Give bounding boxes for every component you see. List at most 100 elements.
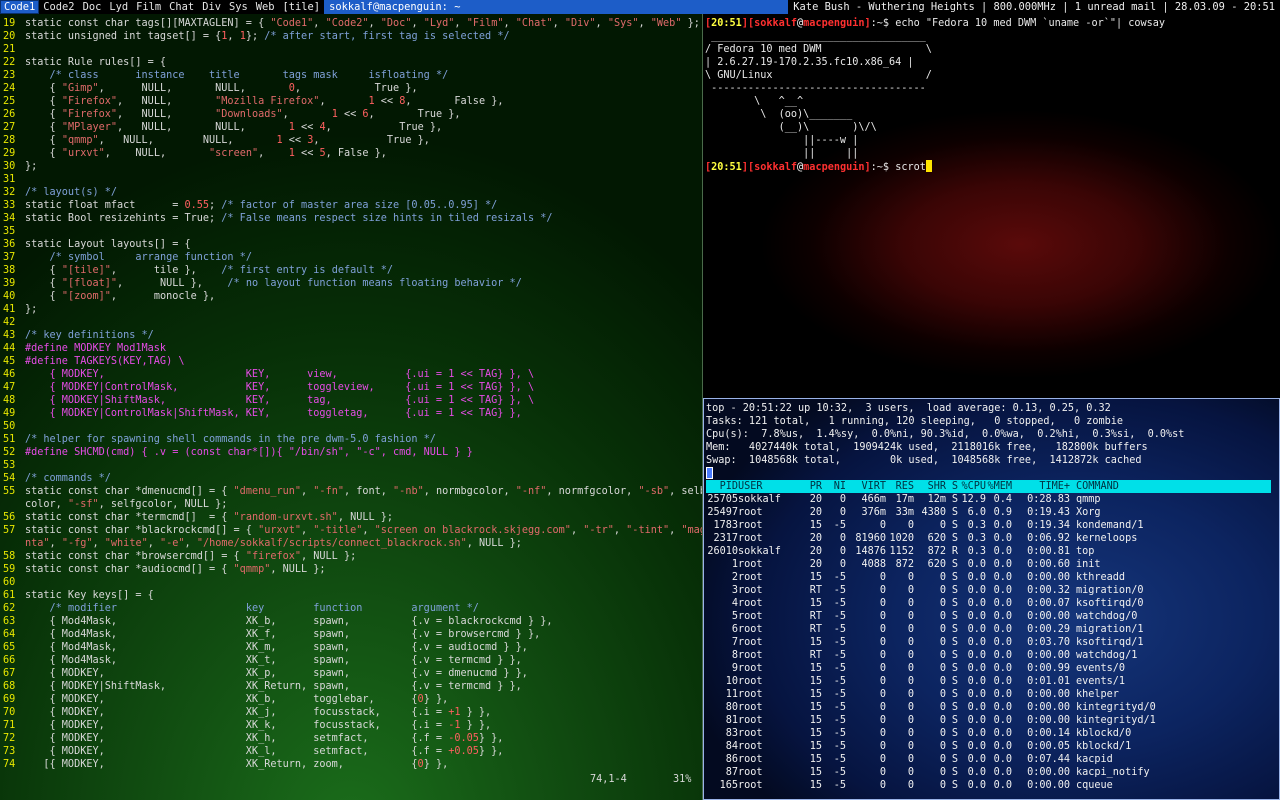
process-cell: 83 — [725, 728, 738, 739]
process-cell: -5 — [833, 754, 846, 765]
column-header[interactable]: PR — [796, 480, 822, 493]
code-token: "-tint" — [626, 525, 670, 536]
column-header[interactable]: PID — [706, 480, 738, 493]
process-row[interactable]: 87root 15 -5 0 0 0 S 0.0 0.0 0:00.00 kacpi_notify — [706, 766, 1277, 779]
process-cell: 0 — [939, 728, 946, 739]
column-header[interactable]: SHR — [914, 480, 946, 493]
tag-doc[interactable]: Doc — [79, 0, 106, 14]
summary-line: Swap: 1048568k total, 0k used, 1048568k … — [706, 455, 1142, 466]
tag-code2[interactable]: Code2 — [39, 0, 78, 14]
process-cell: 0.0 — [993, 624, 1012, 635]
code-token: #define TAGKEYS(KEY,TAG) \ — [25, 356, 185, 367]
process-cell: 20 — [809, 494, 822, 505]
code-line: 50 — [3, 420, 702, 433]
cowsay-terminal[interactable]: [20:51][sokkalf@macpenguin]:~$ echo "Fed… — [703, 14, 1280, 398]
top-terminal[interactable]: top - 20:51:22 up 10:32, 3 users, load a… — [703, 398, 1280, 800]
process-cell: 0.0 — [967, 559, 986, 570]
process-row[interactable]: 1783root 15 -5 0 0 0 S 0.3 0.0 0:19.34 kondemand/1 — [706, 519, 1277, 532]
process-row[interactable]: 3root RT -5 0 0 0 S 0.0 0.0 0:00.32 migration/0 — [706, 584, 1277, 597]
line-number: 22 — [3, 57, 16, 68]
code-token: "-nf" — [515, 486, 547, 497]
code-token: "Firefox" — [61, 96, 118, 107]
column-header[interactable]: TIME+ — [1012, 480, 1070, 493]
process-cell: S — [951, 780, 958, 791]
line-number: 69 — [3, 694, 16, 705]
process-cell: S — [951, 702, 958, 713]
tag-sys[interactable]: Sys — [225, 0, 252, 14]
process-row[interactable]: 83root 15 -5 0 0 0 S 0.0 0.0 0:00.14 kblockd/0 — [706, 727, 1277, 740]
process-cell: 0 — [939, 611, 946, 622]
code-token: , NULL }; — [301, 551, 357, 562]
process-cell: 466m — [861, 494, 886, 505]
process-cell: 1783 — [713, 520, 738, 531]
process-cell: 0:00.00 — [1027, 689, 1070, 700]
process-row[interactable]: 6root RT -5 0 0 0 S 0.0 0.0 0:00.29 migration/1 — [706, 623, 1277, 636]
column-header[interactable]: %MEM — [986, 480, 1012, 493]
process-row[interactable]: 5root RT -5 0 0 0 S 0.0 0.0 0:00.00 watchdog/0 — [706, 610, 1277, 623]
column-header[interactable]: NI — [822, 480, 846, 493]
process-row[interactable]: 10root 15 -5 0 0 0 S 0.0 0.0 0:01.01 events/1 — [706, 675, 1277, 688]
column-header[interactable]: VIRT — [846, 480, 886, 493]
process-row[interactable]: 7root 15 -5 0 0 0 S 0.0 0.0 0:03.70 ksoftirqd/1 — [706, 636, 1277, 649]
code-token: , — [319, 96, 369, 107]
process-row[interactable]: 165root 15 -5 0 0 0 S 0.0 0.0 0:00.00 cqueue — [706, 779, 1277, 792]
process-row[interactable]: 2root 15 -5 0 0 0 S 0.0 0.0 0:00.00 kthreadd — [706, 571, 1277, 584]
process-cell: 0.0 — [993, 533, 1012, 544]
vim-editor-window[interactable]: 19 static const char tags[][MAXTAGLEN] = … — [0, 14, 703, 800]
process-row[interactable]: 25497root 20 0 376m 33m 4380 S 6.0 0.9 0:19.43 Xor… — [706, 506, 1277, 519]
process-cell: 8 — [731, 650, 738, 661]
code-token: static const char *termcmd[] = { — [25, 512, 234, 523]
process-row[interactable]: 11root 15 -5 0 0 0 S 0.0 0.0 0:00.00 khelper — [706, 688, 1277, 701]
layout-indicator[interactable]: [tile] — [279, 0, 325, 14]
column-header[interactable]: USER — [738, 480, 796, 493]
process-cell: 376m — [861, 507, 886, 518]
process-cell: root — [738, 533, 763, 544]
tag-div[interactable]: Div — [198, 0, 225, 14]
column-header[interactable]: %CPU — [958, 480, 986, 493]
process-cell: kintegrityd/0 — [1076, 702, 1156, 713]
process-row[interactable]: 84root 15 -5 0 0 0 S 0.0 0.0 0:00.05 kblockd/1 — [706, 740, 1277, 753]
process-row[interactable]: 2317root 20 0 81960 1020 620 S 0.3 0.0 0:06.92 ker… — [706, 532, 1277, 545]
process-cell: root — [738, 585, 763, 596]
code-token: "Chat" — [515, 18, 553, 29]
process-cell: 20 — [809, 559, 822, 570]
line-number: 58 — [3, 551, 16, 562]
process-row[interactable]: 25705sokkalf 20 0 466m 17m 12m S 12.9 0.4 0:28.83… — [706, 493, 1277, 506]
process-cell: 0.0 — [967, 598, 986, 609]
tag-web[interactable]: Web — [252, 0, 279, 14]
line-number: 57 — [3, 525, 16, 536]
column-header[interactable]: S — [946, 480, 958, 493]
tag-film[interactable]: Film — [132, 0, 165, 14]
code-token: , — [258, 148, 289, 159]
tag-code1[interactable]: Code1 — [0, 0, 40, 14]
process-cell: -5 — [833, 624, 846, 635]
process-row[interactable]: 4root 15 -5 0 0 0 S 0.0 0.0 0:00.07 ksoftirqd/0 — [706, 597, 1277, 610]
process-cell: 15 — [809, 741, 822, 752]
process-cell: 0 — [879, 702, 886, 713]
process-row[interactable]: 86root 15 -5 0 0 0 S 0.0 0.0 0:07.44 kacpid — [706, 753, 1277, 766]
code-token: , — [613, 525, 627, 536]
process-row[interactable]: 8root RT -5 0 0 0 S 0.0 0.0 0:00.00 watchdog/1 — [706, 649, 1277, 662]
process-cell: S — [951, 637, 958, 648]
output-line: ||----w | — [705, 135, 859, 146]
process-cell: 0:28.83 — [1027, 494, 1070, 505]
line-number: 45 — [3, 356, 16, 367]
process-row[interactable]: 80root 15 -5 0 0 0 S 0.0 0.0 0:00.00 kintegrityd/0 — [706, 701, 1277, 714]
process-row[interactable]: 9root 15 -5 0 0 0 S 0.0 0.0 0:00.99 events/0 — [706, 662, 1277, 675]
code-line: 64 { Mod4Mask, XK_f, spawn, {.v = browse… — [3, 628, 702, 641]
code-lines: 19 static const char tags[][MAXTAGLEN] = … — [3, 17, 702, 771]
code-token: static const char *browsercmd[] = { — [25, 551, 246, 562]
column-header[interactable]: RES — [886, 480, 914, 493]
column-header[interactable]: COMMAND — [1070, 480, 1230, 493]
process-cell: S — [951, 741, 958, 752]
code-token: , NULL }; — [466, 538, 522, 549]
tag-lyd[interactable]: Lyd — [105, 0, 132, 14]
process-row[interactable]: 26010sokkalf 20 0 14876 1152 872 R 0.3 0.0 0:00.8… — [706, 545, 1277, 558]
code-token: { Mod4Mask, XK_t, spawn, {.v = termcmd }… — [25, 655, 522, 666]
code-line: 23 /* class instance title tags mask isf… — [3, 69, 702, 82]
line-number: 50 — [3, 421, 16, 432]
code-token: "-tr" — [583, 525, 614, 536]
process-row[interactable]: 1root 20 0 4088 872 620 S 0.0 0.0 0:00.60 init — [706, 558, 1277, 571]
process-row[interactable]: 81root 15 -5 0 0 0 S 0.0 0.0 0:00.00 kintegrityd/1 — [706, 714, 1277, 727]
tag-chat[interactable]: Chat — [165, 0, 198, 14]
